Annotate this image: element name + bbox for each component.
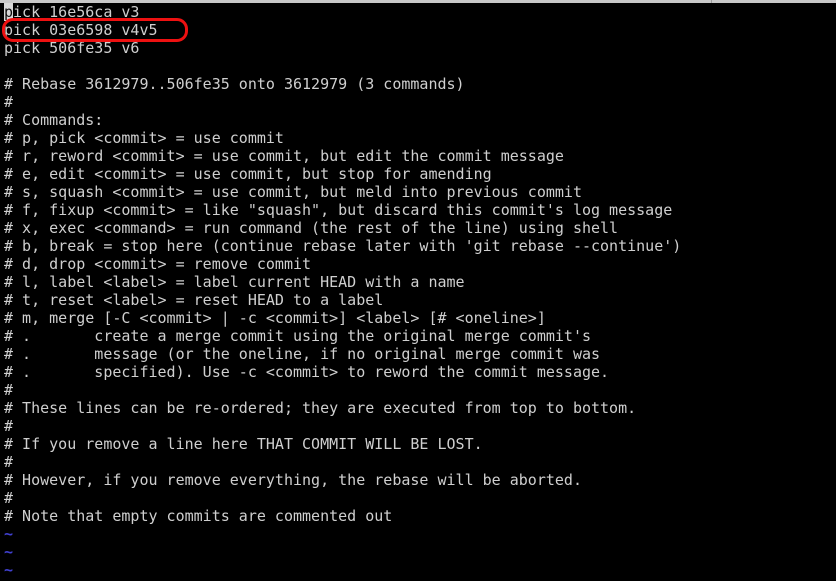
buffer-line[interactable]: # [0, 381, 836, 399]
block-cursor: p [4, 3, 14, 21]
buffer-line[interactable]: # [0, 93, 836, 111]
empty-line-marker: ~ [4, 561, 14, 579]
buffer-line[interactable]: # Commands: [0, 111, 836, 129]
buffer-line[interactable]: # . message (or the oneline, if no origi… [0, 345, 836, 363]
buffer-line-text-rest: ick 16e56ca v3 [13, 3, 140, 21]
buffer-line[interactable]: # p, pick <commit> = use commit [0, 129, 836, 147]
buffer-line[interactable]: # m, merge [-C <commit> | -c <commit>] <… [0, 309, 836, 327]
buffer-line[interactable]: # r, reword <commit> = use commit, but e… [0, 147, 836, 165]
buffer-line[interactable]: # If you remove a line here THAT COMMIT … [0, 435, 836, 453]
buffer-line[interactable] [0, 57, 836, 75]
buffer-line[interactable]: # [0, 489, 836, 507]
buffer-line[interactable]: # . create a merge commit using the orig… [0, 327, 836, 345]
buffer-line[interactable]: # e, edit <commit> = use commit, but sto… [0, 165, 836, 183]
buffer-line[interactable]: # These lines can be re-ordered; they ar… [0, 399, 836, 417]
empty-line-marker: ~ [4, 525, 14, 543]
buffer-line[interactable]: # [0, 417, 836, 435]
buffer-line-cursor[interactable]: pick 16e56ca v3 [0, 3, 836, 21]
buffer-line[interactable]: pick 03e6598 v4v5 [0, 21, 836, 39]
buffer-line[interactable]: # d, drop <commit> = remove commit [0, 255, 836, 273]
buffer-line[interactable]: pick 506fe35 v6 [0, 39, 836, 57]
vim-text-buffer[interactable]: pick 16e56ca v3 pick 03e6598 v4v5 pick 5… [0, 3, 836, 581]
buffer-line[interactable]: # l, label <label> = label current HEAD … [0, 273, 836, 291]
buffer-line[interactable]: # Note that empty commits are commented … [0, 507, 836, 525]
buffer-line[interactable]: # x, exec <command> = run command (the r… [0, 219, 836, 237]
empty-line-marker: ~ [4, 543, 14, 561]
buffer-line[interactable]: # f, fixup <commit> = like "squash", but… [0, 201, 836, 219]
terminal-screen: pick 16e56ca v3 pick 03e6598 v4v5 pick 5… [0, 0, 836, 581]
buffer-line[interactable]: # However, if you remove everything, the… [0, 471, 836, 489]
buffer-line[interactable]: # Rebase 3612979..506fe35 onto 3612979 (… [0, 75, 836, 93]
buffer-line[interactable]: # b, break = stop here (continue rebase … [0, 237, 836, 255]
buffer-line[interactable]: # [0, 453, 836, 471]
buffer-line[interactable]: # t, reset <label> = reset HEAD to a lab… [0, 291, 836, 309]
buffer-line[interactable]: # s, squash <commit> = use commit, but m… [0, 183, 836, 201]
buffer-line[interactable]: # . specified). Use -c <commit> to rewor… [0, 363, 836, 381]
